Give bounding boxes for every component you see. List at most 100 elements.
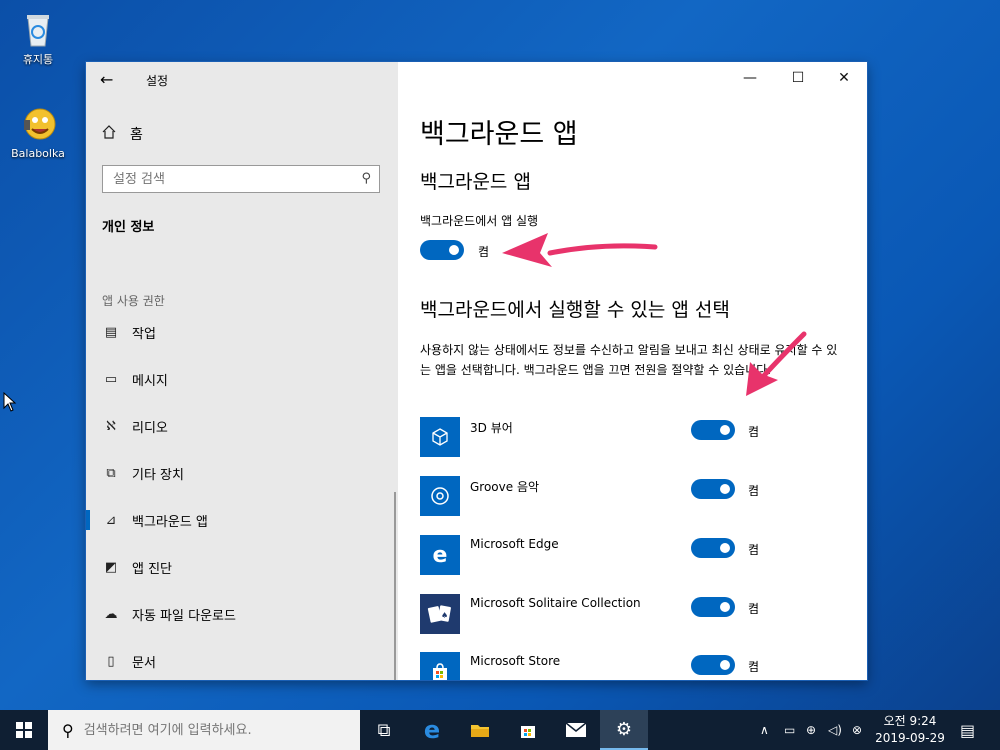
window-title: 설정 — [146, 74, 169, 88]
action-center-icon[interactable]: ▤ — [960, 710, 975, 750]
background-apps-icon: ⊿ — [105, 512, 117, 528]
task-view-icon[interactable]: ⧉ — [360, 710, 408, 750]
app-toggle-state: 켬 — [748, 484, 760, 498]
search-icon: ⚲ — [62, 720, 74, 740]
sidebar-item-label: 기타 장치 — [132, 467, 184, 483]
section-title-choose-apps: 백그라운드에서 실행할 수 있는 앱 선택 — [420, 299, 730, 321]
app-toggle-state: 켬 — [748, 543, 760, 557]
clock-time: 오전 9:24 — [883, 714, 937, 728]
maximize-button[interactable]: ☐ — [775, 62, 821, 94]
sidebar-item-documents[interactable]: ▯ 문서 — [86, 639, 396, 683]
app-row-microsoft-edge: e Microsoft Edge 켬 — [420, 535, 860, 575]
show-hidden-icons[interactable]: ∧ — [760, 710, 769, 750]
windows-logo-icon — [16, 722, 32, 738]
settings-search[interactable]: ⚲ — [102, 165, 380, 193]
sidebar-item-auto-download[interactable]: ☁ 자동 파일 다운로드 — [86, 592, 396, 636]
minimize-button[interactable]: — — [727, 62, 773, 94]
sidebar-item-devices[interactable]: ⧉ 기타 장치 — [86, 451, 396, 495]
app-toggle-state: 켬 — [748, 660, 760, 674]
sidebar-scrollbar[interactable] — [394, 492, 396, 680]
cards-icon: ♠ — [420, 594, 460, 634]
cube-icon — [420, 417, 460, 457]
radio-icon: ℵ — [106, 418, 116, 434]
svg-text:♠: ♠ — [441, 611, 448, 620]
section-title-background-apps: 백그라운드 앱 — [420, 171, 531, 193]
home-label: 홈 — [130, 127, 143, 143]
sidebar-item-message[interactable]: ▭ 메시지 — [86, 357, 396, 401]
taskbar-search[interactable]: ⚲ — [48, 710, 360, 750]
sidebar-item-label: 문서 — [132, 655, 156, 671]
sidebar-item-label: 메시지 — [132, 373, 168, 389]
battery-icon[interactable]: ▭ — [784, 710, 795, 750]
mail-icon[interactable] — [552, 710, 600, 750]
store-taskbar-icon[interactable] — [504, 710, 552, 750]
app-name: 3D 뷰어 — [470, 421, 513, 435]
app-toggle-microsoft-edge[interactable] — [691, 538, 735, 558]
cloud-icon: ☁ — [104, 606, 118, 622]
taskbar: ⚲ ⧉ e ⚙ ∧ ▭ ⊕ ◁) ⊗ 오전 9:24 2019-09-29 ▤ — [0, 710, 1000, 750]
close-button[interactable]: ✕ — [821, 62, 867, 94]
app-row-solitaire: ♠ Microsoft Solitaire Collection 켬 — [420, 594, 860, 634]
recycle-bin-icon — [18, 8, 58, 48]
search-icon[interactable]: ⚲ — [361, 171, 371, 186]
sidebar-item-diagnostics[interactable]: ◩ 앱 진단 — [86, 545, 396, 589]
clock-date: 2019-09-29 — [875, 731, 945, 745]
ime-icon[interactable]: ⊗ — [852, 710, 862, 750]
run-in-background-state: 켬 — [478, 245, 490, 259]
sidebar-item-label: 리디오 — [132, 420, 168, 436]
sidebar-item-radio[interactable]: ℵ 리디오 — [86, 404, 396, 448]
app-row-microsoft-store: Microsoft Store 켬 — [420, 652, 860, 680]
app-toggle-state: 켬 — [748, 602, 760, 616]
music-disc-icon — [420, 476, 460, 516]
back-arrow-icon[interactable]: ← — [100, 70, 120, 89]
desktop-icon-balabolka[interactable]: Balabolka — [3, 104, 73, 160]
settings-search-input[interactable] — [103, 166, 363, 192]
annotation-arrow-icon — [502, 233, 658, 267]
app-row-3d-viewer: 3D 뷰어 켬 — [420, 417, 860, 457]
app-name: Microsoft Edge — [470, 537, 559, 551]
balabolka-icon — [18, 104, 58, 144]
network-icon[interactable]: ⊕ — [806, 710, 816, 750]
app-name: Microsoft Store — [470, 654, 561, 668]
document-icon: ▯ — [107, 653, 115, 669]
desktop-icon-label: Balabolka — [11, 147, 65, 160]
home-icon — [102, 125, 116, 143]
edge-icon: e — [420, 535, 460, 575]
app-name: Groove 음악 — [470, 480, 540, 494]
sidebar-item-label: 자동 파일 다운로드 — [132, 608, 236, 624]
store-icon — [420, 652, 460, 680]
app-toggle-microsoft-store[interactable] — [691, 655, 735, 675]
sidebar-item-task[interactable]: ▤ 작업 — [86, 310, 396, 354]
sidebar-item-label: 백그라운드 앱 — [132, 514, 208, 530]
app-toggle-groove-music[interactable] — [691, 479, 735, 499]
mouse-cursor-icon — [3, 392, 17, 412]
sidebar-item-label: 앱 진단 — [132, 561, 173, 577]
volume-icon[interactable]: ◁) — [828, 710, 842, 750]
file-explorer-icon[interactable] — [456, 710, 504, 750]
app-row-groove-music: Groove 음악 켬 — [420, 476, 860, 516]
edge-taskbar-icon[interactable]: e — [408, 710, 456, 750]
sidebar-section-title: 개인 정보 — [102, 220, 155, 235]
annotation-arrow-icon — [746, 331, 807, 396]
start-button[interactable] — [0, 710, 48, 750]
sidebar-item-background-apps[interactable]: ⊿ 백그라운드 앱 — [86, 498, 396, 542]
sidebar-item-home[interactable]: 홈 — [102, 124, 143, 144]
app-toggle-state: 켬 — [748, 425, 760, 439]
taskbar-search-input[interactable] — [81, 721, 346, 739]
message-icon: ▭ — [104, 371, 118, 387]
sidebar: ← 설정 홈 ⚲ 개인 정보 앱 사용 권한 ▤ 작업 ▭ 메시지 ℵ 리디오 … — [86, 62, 398, 680]
diagnostics-icon: ◩ — [104, 559, 118, 575]
taskbar-clock[interactable]: 오전 9:24 2019-09-29 — [870, 713, 950, 747]
app-toggle-3d-viewer[interactable] — [691, 420, 735, 440]
app-name: Microsoft Solitaire Collection — [470, 596, 641, 610]
desktop-icon-recycle-bin[interactable]: 휴지통 — [3, 8, 73, 67]
task-icon: ▤ — [104, 324, 118, 340]
page-title: 백그라운드 앱 — [420, 119, 578, 150]
run-in-background-toggle[interactable] — [420, 240, 464, 260]
settings-taskbar-icon[interactable]: ⚙ — [600, 710, 648, 750]
sidebar-group-label: 앱 사용 권한 — [102, 294, 165, 308]
desktop-icon-label: 휴지통 — [22, 53, 54, 66]
devices-icon: ⧉ — [106, 465, 116, 481]
app-toggle-solitaire[interactable] — [691, 597, 735, 617]
sidebar-item-label: 작업 — [132, 326, 156, 342]
